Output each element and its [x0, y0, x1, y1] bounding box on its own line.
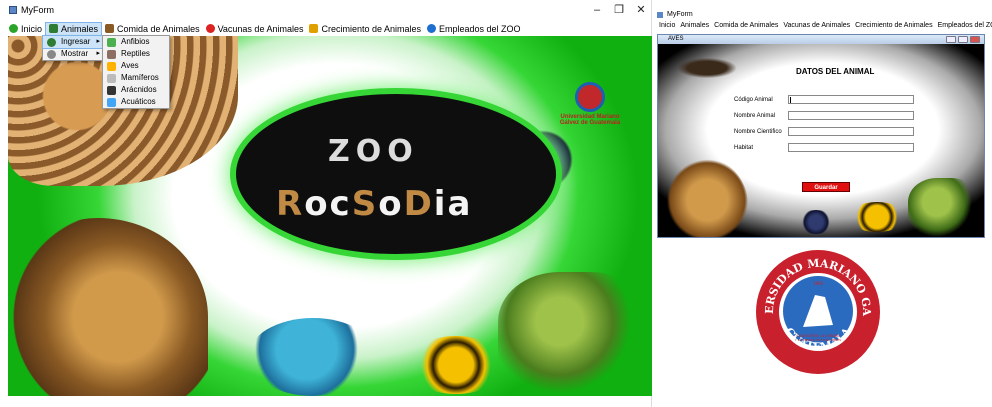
menu-vacunas[interactable]: Vacunas de Animales: [203, 22, 307, 36]
ingresar-dropdown: Anfibios Reptiles Aves Mamíferos Arácnid…: [102, 35, 170, 109]
menu-inicio[interactable]: Inicio: [659, 20, 675, 31]
menu-crecimiento[interactable]: Crecimiento de Animales: [306, 22, 424, 36]
menu-crecimiento[interactable]: Crecimiento de Animales: [855, 20, 932, 31]
rocsodia-logo-text: RocSoDia: [276, 184, 473, 224]
lion-image: [8, 218, 208, 396]
menu-empleados[interactable]: Empleados del ZOO: [424, 22, 524, 36]
menu-comida[interactable]: Comida de Animales: [102, 22, 203, 36]
label-cientifico: Nombre Cientifico: [734, 129, 782, 135]
maximize-button[interactable]: [958, 36, 968, 43]
submenu-arrow-icon: ▸: [96, 38, 100, 45]
habitat-input[interactable]: [788, 143, 914, 152]
codigo-animal-input[interactable]: [788, 95, 914, 104]
menu-comida[interactable]: Comida de Animales: [714, 20, 778, 31]
form-title: DATOS DEL ANIMAL: [796, 67, 875, 76]
power-icon: [9, 24, 18, 33]
menu-inicio[interactable]: Inicio: [6, 22, 45, 36]
zoo-logo: ZOO RocSoDia: [236, 94, 556, 254]
growth-chart-icon: [309, 24, 319, 33]
label-codigo: Código Animal: [734, 97, 773, 103]
form-body: DATOS DEL ANIMAL Código Animal Nombre An…: [658, 44, 984, 237]
menu-reptiles[interactable]: Reptiles: [103, 48, 169, 60]
enter-icon: [47, 38, 56, 47]
window-title: MyForm: [21, 5, 54, 15]
menu-aracnidos[interactable]: Arácnidos: [103, 84, 169, 96]
second-window: MyForm Inicio Animales Comida de Animale…: [655, 10, 992, 240]
menu-bar: Inicio Animales Comida de Animales Vacun…: [6, 22, 650, 36]
main-window: MyForm – ❐ ✕ Inicio Animales Comida de A…: [0, 0, 652, 407]
info-icon: [427, 24, 437, 33]
menu-aves[interactable]: Aves: [103, 60, 169, 72]
close-button[interactable]: [970, 36, 980, 43]
submenu-arrow-icon: ▸: [96, 50, 100, 57]
close-button[interactable]: ✕: [634, 4, 648, 16]
university-seal-icon: [575, 82, 605, 112]
app-icon: [9, 6, 17, 14]
seal-year: 1966: [813, 281, 824, 286]
title-bar: MyForm – ❐ ✕: [0, 0, 652, 22]
show-icon: [47, 50, 56, 59]
lizard-icon: [107, 50, 116, 59]
minimize-button[interactable]: –: [590, 4, 604, 16]
frog-image: [406, 336, 506, 394]
minimize-button[interactable]: [946, 36, 956, 43]
menu-acuaticos[interactable]: Acuáticos: [103, 96, 169, 108]
animales-dropdown: Ingresar ▸ Mostrar ▸: [42, 35, 104, 61]
maximize-button[interactable]: ❐: [612, 4, 626, 16]
second-menu-bar: Inicio Animales Comida de Animales Vacun…: [655, 20, 992, 31]
guardar-button[interactable]: Guardar: [802, 182, 850, 192]
app-icon: [657, 12, 663, 18]
aves-title-bar: AVES: [658, 35, 984, 44]
vaccine-icon: [205, 24, 215, 33]
bird-icon: [107, 62, 116, 71]
mammal-icon: [107, 74, 116, 83]
animals-icon: [49, 24, 59, 33]
chameleon-image: [248, 318, 378, 396]
menu-ingresar[interactable]: Ingresar ▸: [42, 35, 104, 49]
aves-form-window: AVES DATOS DEL ANIMAL Código Animal Nomb…: [657, 34, 985, 238]
fish-icon: [107, 98, 116, 107]
eagle-image: [672, 56, 742, 80]
lion-image: [658, 154, 748, 237]
menu-mostrar[interactable]: Mostrar ▸: [43, 48, 103, 60]
menu-vacunas[interactable]: Vacunas de Animales: [783, 20, 850, 31]
frog-icon: [107, 38, 116, 47]
label-habitat: Habitat: [734, 145, 754, 151]
menu-animales[interactable]: Animales: [45, 22, 103, 36]
frog-image: [848, 202, 906, 232]
university-logo: Universidad Mariano Gálvez de Guatemala: [554, 82, 626, 126]
menu-mamiferos[interactable]: Mamíferos: [103, 72, 169, 84]
second-title-bar: MyForm: [655, 10, 988, 20]
tarantula-image: [796, 210, 836, 234]
spider-icon: [107, 86, 116, 95]
menu-empleados[interactable]: Empleados del ZOO: [938, 20, 992, 31]
snake-image: [498, 272, 652, 396]
nombre-cientifico-input[interactable]: [788, 127, 914, 136]
nombre-animal-input[interactable]: [788, 111, 914, 120]
university-seal: UNIVERSIDAD MARIANO GALVEZ GUATEMALA 196…: [755, 249, 880, 374]
seal-motto-2: Y LA VERDAD OS HARÁ LIBRES: [795, 337, 841, 342]
menu-animales[interactable]: Animales: [680, 20, 709, 31]
snake-image: [908, 178, 980, 237]
label-nombre: Nombre Animal: [734, 113, 776, 119]
food-icon: [105, 24, 115, 33]
menu-anfibios[interactable]: Anfibios: [103, 36, 169, 48]
zoo-logo-text: ZOO: [328, 134, 419, 169]
